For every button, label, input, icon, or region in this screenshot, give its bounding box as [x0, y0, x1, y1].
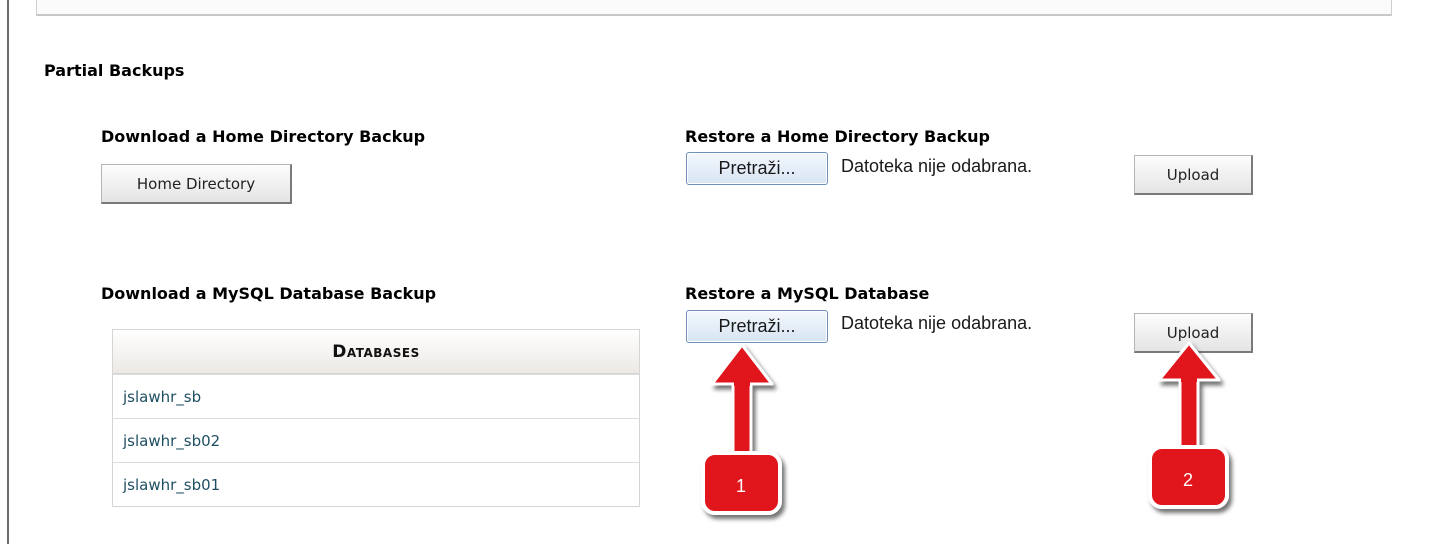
annotation-layer: 1 2 — [701, 341, 1229, 515]
arrow-up-icon — [710, 343, 774, 456]
svg-text:2: 2 — [1183, 470, 1193, 490]
step-badge-2: 2 — [1148, 445, 1229, 509]
arrow-up-icon — [1157, 341, 1221, 450]
svg-text:1: 1 — [736, 476, 746, 496]
step-badge-1: 1 — [701, 451, 782, 515]
